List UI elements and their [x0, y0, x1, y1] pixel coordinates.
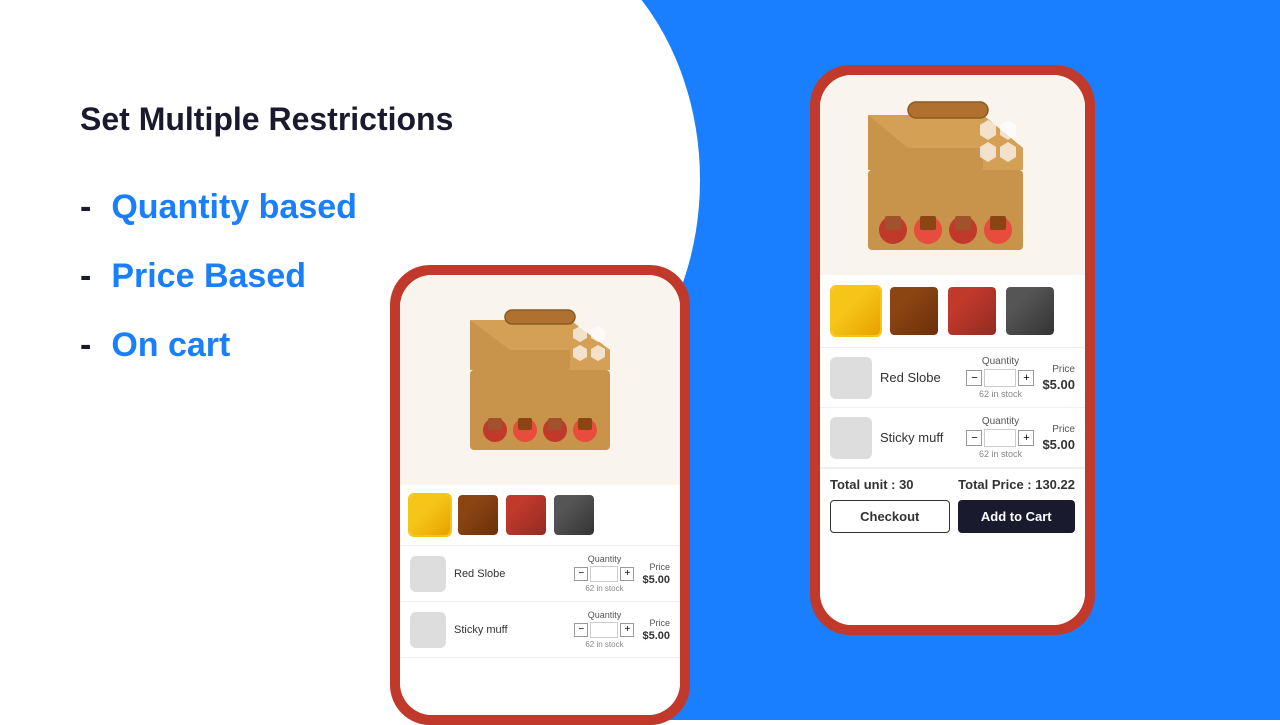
thumb-3[interactable] — [504, 493, 548, 537]
large-prod-name-2: Sticky muff — [880, 430, 958, 445]
small-qty-label-1: Quantity — [588, 554, 622, 564]
small-qty-label-2: Quantity — [588, 610, 622, 620]
phone-large-outer: Red Slobe Quantity − + 62 in stock Price… — [810, 65, 1095, 635]
dash-1: - — [80, 188, 91, 227]
small-qty-plus-1[interactable]: + — [620, 567, 634, 581]
page-title: Set Multiple Restrictions — [80, 100, 620, 138]
large-prod-thumb-2 — [830, 417, 872, 459]
large-qty-minus-1[interactable]: − — [966, 370, 982, 386]
total-price-text: Total Price : 130.22 — [958, 477, 1075, 492]
large-qty-section-2: Quantity − + 62 in stock — [966, 416, 1034, 459]
large-price-section-2: Price $5.00 — [1042, 424, 1075, 452]
large-stock-1: 62 in stock — [979, 389, 1022, 399]
large-product-row-2: Sticky muff Quantity − + 62 in stock Pri… — [820, 408, 1085, 468]
small-qty-input-1[interactable] — [590, 566, 618, 582]
checkout-button[interactable]: Checkout — [830, 500, 950, 533]
dash-2: - — [80, 257, 91, 296]
thumb-2[interactable] — [456, 493, 500, 537]
small-prod-name-1: Red Slobe — [454, 568, 566, 580]
bullet-quantity-label: Quantity based — [111, 188, 357, 227]
large-product-row-1: Red Slobe Quantity − + 62 in stock Price… — [820, 348, 1085, 408]
large-qty-controls-1: − + — [966, 369, 1034, 387]
small-price-label-1: Price — [649, 562, 670, 572]
addtocart-button[interactable]: Add to Cart — [958, 500, 1076, 533]
large-product-image — [820, 75, 1085, 275]
large-thumb-3[interactable] — [946, 285, 998, 337]
small-qty-controls-2: − + — [574, 622, 634, 638]
small-price-value-2: $5.00 — [642, 630, 670, 642]
large-stock-2: 62 in stock — [979, 449, 1022, 459]
small-price-label-2: Price — [649, 618, 670, 628]
phone-large-inner: Red Slobe Quantity − + 62 in stock Price… — [820, 75, 1085, 625]
small-product-image — [400, 275, 680, 485]
small-product-row-2: Sticky muff Quantity − + 62 in stock Pri… — [400, 602, 680, 658]
total-unit-text: Total unit : 30 — [830, 477, 914, 492]
large-price-label-2: Price — [1052, 424, 1075, 435]
large-price-value-1: $5.00 — [1042, 377, 1075, 392]
large-box-icon — [853, 90, 1053, 260]
large-qty-input-1[interactable] — [984, 369, 1016, 387]
bullet-quantity: - Quantity based — [80, 188, 620, 227]
large-price-section-1: Price $5.00 — [1042, 364, 1075, 392]
small-qty-controls-1: − + — [574, 566, 634, 582]
large-price-label-1: Price — [1052, 364, 1075, 375]
dash-3: - — [80, 326, 91, 365]
small-qty-section-2: Quantity − + 62 in stock — [574, 610, 634, 649]
small-qty-input-2[interactable] — [590, 622, 618, 638]
large-footer: Total unit : 30 Total Price : 130.22 Che… — [820, 468, 1085, 541]
thumb-4[interactable] — [552, 493, 596, 537]
large-thumbnail-row — [820, 275, 1085, 348]
phone-small-content: Red Slobe Quantity − + 62 in stock Price… — [400, 275, 680, 715]
small-thumbnail-row — [400, 485, 680, 546]
small-qty-minus-1[interactable]: − — [574, 567, 588, 581]
bullet-price-label: Price Based — [111, 257, 306, 296]
large-thumb-1[interactable] — [830, 285, 882, 337]
large-qty-minus-2[interactable]: − — [966, 430, 982, 446]
small-product-row-1: Red Slobe Quantity − + 62 in stock Price… — [400, 546, 680, 602]
small-stock-1: 62 in stock — [585, 584, 623, 593]
large-price-value-2: $5.00 — [1042, 437, 1075, 452]
large-qty-controls-2: − + — [966, 429, 1034, 447]
small-price-section-1: Price $5.00 — [642, 562, 670, 586]
large-qty-label-1: Quantity — [982, 356, 1019, 367]
small-qty-plus-2[interactable]: + — [620, 623, 634, 637]
large-thumb-2[interactable] — [888, 285, 940, 337]
totals-row: Total unit : 30 Total Price : 130.22 — [830, 477, 1075, 492]
large-thumb-4[interactable] — [1004, 285, 1056, 337]
large-qty-plus-1[interactable]: + — [1018, 370, 1034, 386]
small-stock-2: 62 in stock — [585, 640, 623, 649]
small-prod-thumb-2 — [410, 612, 446, 648]
large-prod-name-1: Red Slobe — [880, 370, 958, 385]
small-prod-thumb-1 — [410, 556, 446, 592]
large-qty-plus-2[interactable]: + — [1018, 430, 1034, 446]
large-prod-thumb-1 — [830, 357, 872, 399]
small-qty-section-1: Quantity − + 62 in stock — [574, 554, 634, 593]
large-qty-section-1: Quantity − + 62 in stock — [966, 356, 1034, 399]
small-price-value-1: $5.00 — [642, 574, 670, 586]
small-prod-name-2: Sticky muff — [454, 624, 566, 636]
phone-small-inner: Red Slobe Quantity − + 62 in stock Price… — [400, 275, 680, 715]
phone-small-outer: Red Slobe Quantity − + 62 in stock Price… — [390, 265, 690, 725]
thumb-1[interactable] — [408, 493, 452, 537]
large-qty-label-2: Quantity — [982, 416, 1019, 427]
footer-buttons: Checkout Add to Cart — [830, 500, 1075, 533]
small-price-section-2: Price $5.00 — [642, 618, 670, 642]
phone-large-content: Red Slobe Quantity − + 62 in stock Price… — [820, 75, 1085, 625]
box-icon — [450, 300, 630, 460]
small-qty-minus-2[interactable]: − — [574, 623, 588, 637]
bullet-cart-label: On cart — [111, 326, 230, 365]
large-qty-input-2[interactable] — [984, 429, 1016, 447]
